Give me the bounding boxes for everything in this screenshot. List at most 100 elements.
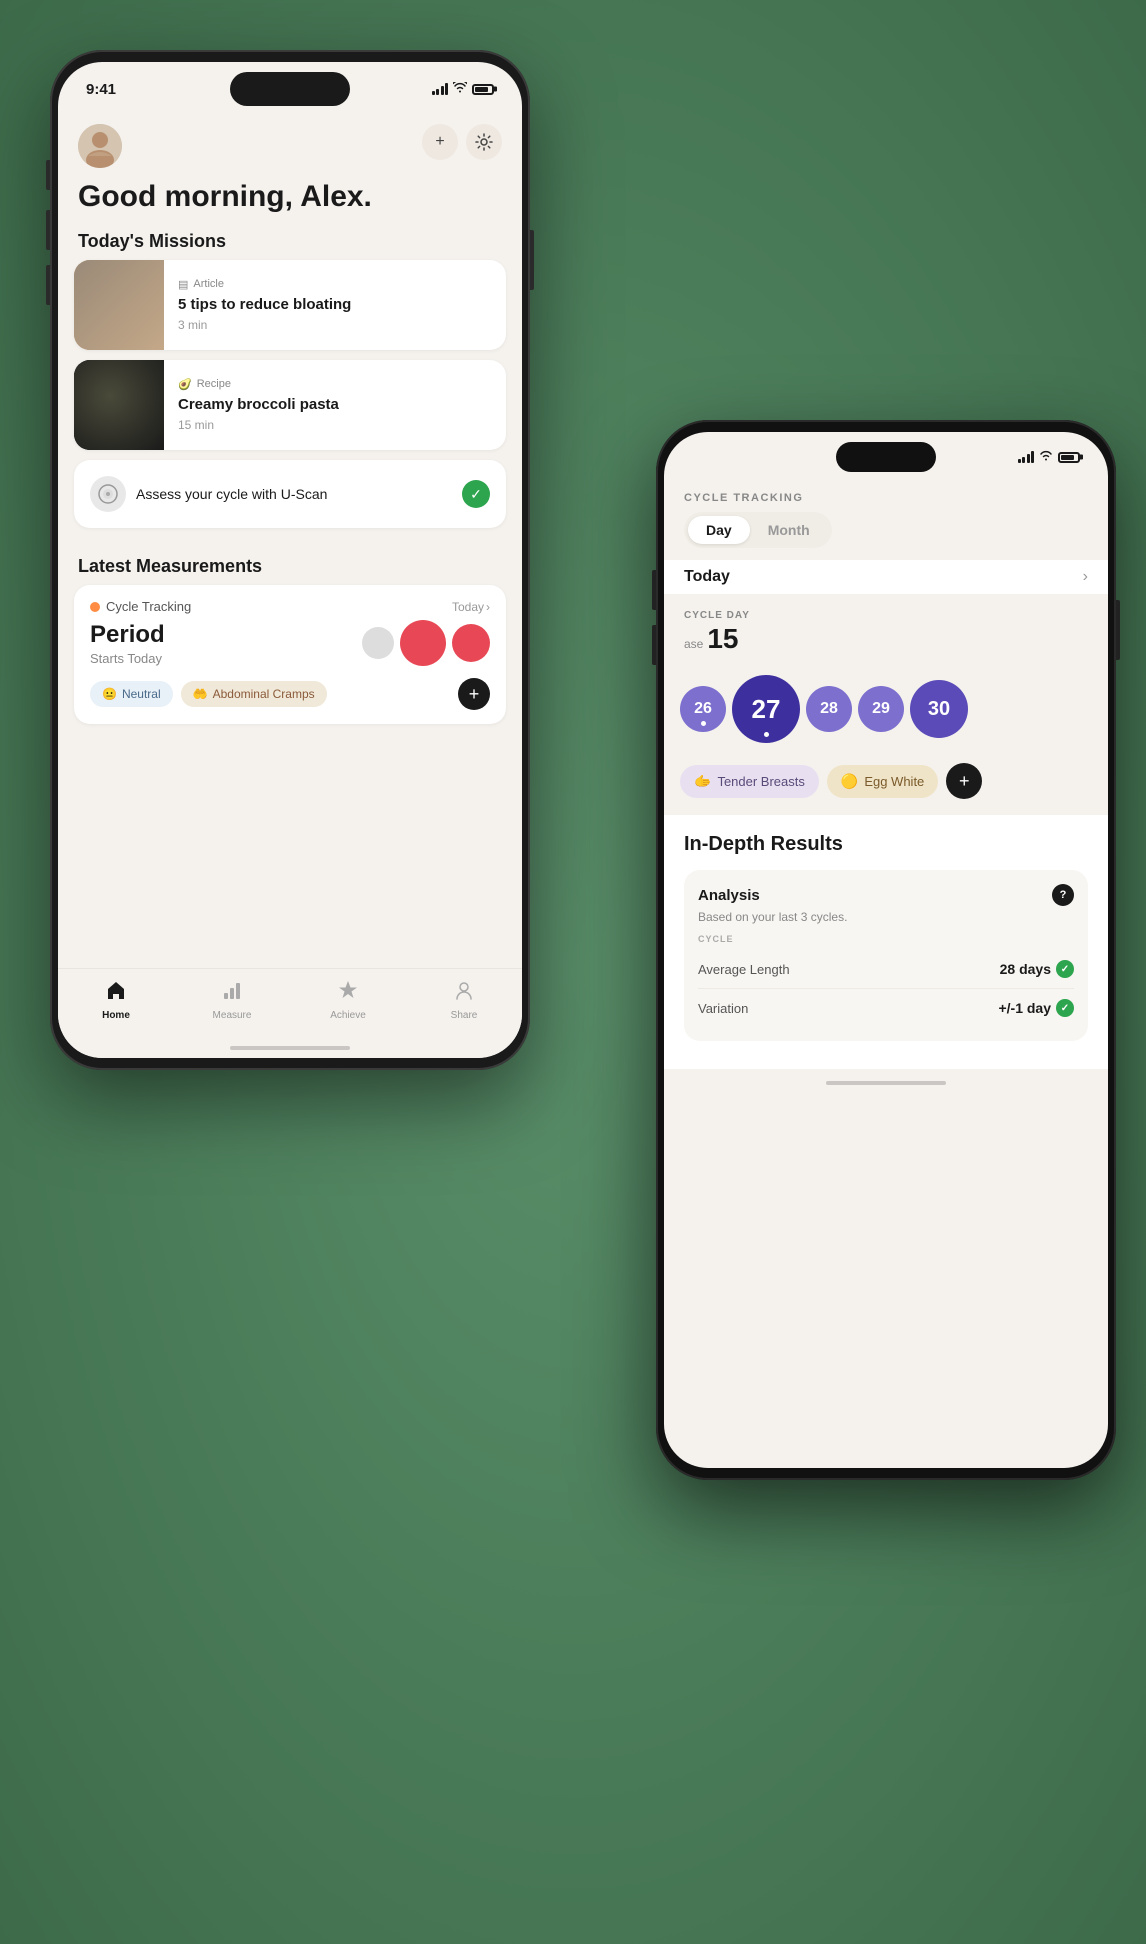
help-button[interactable]: ? (1052, 884, 1074, 906)
article-duration: 3 min (178, 318, 492, 332)
recipe-duration: 15 min (178, 418, 492, 432)
measurements-title: Latest Measurements (58, 542, 522, 585)
screen-content[interactable]: + Good morning, Alex. Today's Missions (58, 116, 522, 1058)
analysis-title: Analysis (698, 887, 760, 904)
phone2-vol-down[interactable] (652, 625, 656, 665)
nav-home[interactable]: Home (86, 979, 146, 1021)
article-type: ▤ Article (178, 278, 492, 291)
day-toggle[interactable]: Day (688, 516, 750, 544)
phone2-screen: CYCLE TRACKING Day Month Today › CYCLE D… (664, 432, 1108, 1468)
battery-icon (472, 84, 494, 95)
add-symptom-button[interactable]: + (458, 678, 490, 710)
cal-day-30[interactable]: 30 (910, 680, 968, 738)
analysis-card: Analysis ? Based on your last 3 cycles. … (684, 870, 1088, 1041)
phone2-signal-icon (1018, 451, 1035, 463)
cycle-day-section: CYCLE DAY ase 15 (664, 606, 1108, 665)
phone2-power-button[interactable] (1116, 600, 1120, 660)
today-chevron: › (486, 600, 490, 614)
cycle-section-label: CYCLE (698, 934, 1074, 944)
nav-share[interactable]: Share (434, 979, 494, 1021)
cal-day-29[interactable]: 29 (858, 686, 904, 732)
cycle-phase-prefix: ase (684, 637, 703, 651)
period-circles (362, 620, 490, 666)
average-length-value: 28 days ✓ (1000, 960, 1074, 978)
period-title: Period (90, 621, 165, 649)
results-title: In-Depth Results (684, 833, 1088, 856)
uscan-check: ✓ (462, 480, 490, 508)
app-header: + (58, 116, 522, 168)
phone1: 9:41 (50, 50, 530, 1070)
measurement-value-row: Period Starts Today (90, 620, 490, 666)
nav-measure[interactable]: Measure (202, 979, 262, 1021)
home-icon (105, 979, 127, 1007)
measurements-section: Cycle Tracking Today › Period Starts Tod… (58, 585, 522, 724)
recipe-content: 🥑 Recipe Creamy broccoli pasta 15 min (164, 360, 506, 450)
article-thumbnail (74, 260, 164, 350)
today-link[interactable]: Today › (452, 600, 490, 614)
tag-neutral[interactable]: 😐 Neutral (90, 681, 173, 707)
phone2-wifi-icon (1039, 448, 1053, 466)
cal-day-26[interactable]: 26 (680, 686, 726, 732)
phone1-screen: 9:41 (58, 62, 522, 1058)
bottom-nav: Home Measure Achieve (58, 968, 522, 1058)
phone2-content: CYCLE TRACKING Day Month Today › CYCLE D… (664, 482, 1108, 1468)
cal-day-27[interactable]: 27 (732, 675, 800, 743)
egg-white-chip[interactable]: 🟡 Egg White (827, 765, 938, 798)
add-symptom-button-p2[interactable]: + (946, 763, 982, 799)
uscan-text: Assess your cycle with U-Scan (136, 486, 327, 502)
add-button[interactable]: + (422, 124, 458, 160)
mission-card-recipe[interactable]: 🥑 Recipe Creamy broccoli pasta 15 min (74, 360, 506, 450)
phone2-vol-up[interactable] (652, 570, 656, 610)
uscan-card[interactable]: Assess your cycle with U-Scan ✓ (74, 460, 506, 528)
missions-title: Today's Missions (58, 217, 522, 260)
cycle-tracking-title: CYCLE TRACKING (664, 482, 1108, 512)
symptom-row: 🫱 Tender Breasts 🟡 Egg White + (664, 759, 1108, 811)
tender-breasts-chip[interactable]: 🫱 Tender Breasts (680, 765, 819, 798)
volume-up-button[interactable] (46, 210, 50, 250)
calendar-row: 26 27 28 29 30 (664, 665, 1108, 759)
orange-dot (90, 602, 100, 612)
cal-dot-26 (701, 721, 706, 726)
cycle-day-number: 15 (707, 623, 738, 655)
cycle-tracking-label: Cycle Tracking (106, 599, 191, 614)
today-chevron-icon: › (1083, 568, 1088, 586)
cal-day-28[interactable]: 28 (806, 686, 852, 732)
mute-button[interactable] (46, 160, 50, 190)
recipe-type: 🥑 Recipe (178, 378, 492, 391)
tag-cramps[interactable]: 🤲 Abdominal Cramps (181, 681, 327, 707)
measurement-card: Cycle Tracking Today › Period Starts Tod… (74, 585, 506, 724)
period-info: Period Starts Today (90, 621, 165, 666)
period-circle-gray (362, 627, 394, 659)
cramps-icon: 🤲 (193, 687, 208, 701)
avatar[interactable] (78, 124, 122, 168)
power-button[interactable] (530, 230, 534, 290)
phone2-home-indicator (826, 1081, 946, 1085)
mission-card-article[interactable]: ▤ Article 5 tips to reduce bloating 3 mi… (74, 260, 506, 350)
nav-measure-label: Measure (213, 1010, 252, 1021)
today-row[interactable]: Today › (664, 560, 1108, 594)
nav-achieve[interactable]: Achieve (318, 979, 378, 1021)
month-toggle[interactable]: Month (750, 516, 828, 544)
variation-row: Variation +/-1 day ✓ (698, 989, 1074, 1027)
neutral-icon: 😐 (102, 687, 117, 701)
nav-home-label: Home (102, 1010, 130, 1021)
day-month-toggle: Day Month (684, 512, 832, 548)
uscan-left: Assess your cycle with U-Scan (90, 476, 327, 512)
results-section: In-Depth Results Analysis ? Based on you… (664, 815, 1108, 1069)
egg-icon: 🟡 (841, 773, 858, 790)
article-title: 5 tips to reduce bloating (178, 295, 492, 315)
avg-check-icon: ✓ (1056, 960, 1074, 978)
average-length-row: Average Length 28 days ✓ (698, 950, 1074, 989)
share-icon (453, 979, 475, 1007)
settings-button[interactable] (466, 124, 502, 160)
variation-label: Variation (698, 1001, 748, 1016)
period-circle-red-small (452, 624, 490, 662)
analysis-header: Analysis ? (698, 884, 1074, 906)
recipe-icon: 🥑 (178, 378, 192, 391)
home-indicator (230, 1046, 350, 1050)
nav-share-label: Share (451, 1010, 478, 1021)
phone2-notch (836, 442, 936, 472)
recipe-title: Creamy broccoli pasta (178, 395, 492, 415)
article-content: ▤ Article 5 tips to reduce bloating 3 mi… (164, 260, 506, 350)
volume-down-button[interactable] (46, 265, 50, 305)
